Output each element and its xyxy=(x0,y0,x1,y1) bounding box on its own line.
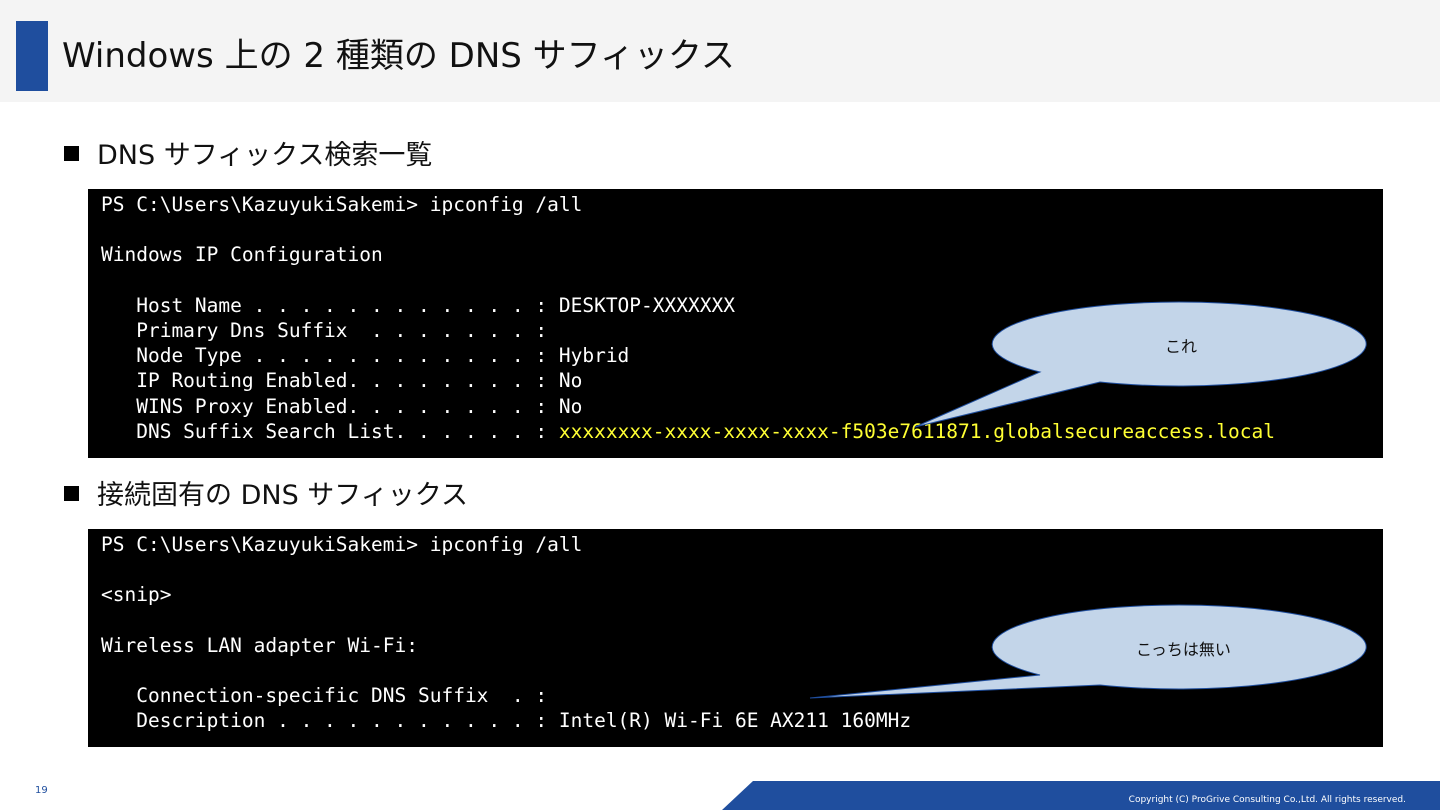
terminal-line: Windows IP Configuration xyxy=(101,243,383,267)
terminal-line: PS C:\Users\KazuyukiSakemi> ipconfig /al… xyxy=(101,193,583,216)
terminal-line-search-list: DNS Suffix Search List. . . . . . : xxxx… xyxy=(101,419,1383,444)
callout-label-kore: これ xyxy=(1165,337,1198,356)
copyright-text: Copyright (C) ProGrive Consulting Co.,Lt… xyxy=(1128,795,1406,805)
section-heading-text: DNS サフィックス検索一覧 xyxy=(97,140,433,171)
terminal-line: WINS Proxy Enabled. . . . . . . . : No xyxy=(101,394,583,418)
terminal-line: Description . . . . . . . . . . . : Inte… xyxy=(101,709,912,733)
section-heading-text: 接続固有の DNS サフィックス xyxy=(97,480,468,511)
page-number: 19 xyxy=(35,785,48,796)
terminal-ipconfig-search-list: PS C:\Users\KazuyukiSakemi> ipconfig /al… xyxy=(88,189,1383,458)
terminal-line: Connection-specific DNS Suffix . : xyxy=(101,684,548,708)
slide-title: Windows 上の 2 種類の DNS サフィックス xyxy=(62,36,735,76)
square-bullet-icon xyxy=(64,146,79,161)
square-bullet-icon xyxy=(64,486,79,501)
terminal-line: IP Routing Enabled. . . . . . . . : No xyxy=(101,369,583,393)
dns-suffix-highlight: xxxxxxxx-xxxx-xxxx-xxxx-f503e7611871.glo… xyxy=(558,419,1276,443)
callout-label-kocchi-wa-nai: こっちは無い xyxy=(1136,640,1231,659)
terminal-line: Host Name . . . . . . . . . . . . : DESK… xyxy=(101,293,735,317)
terminal-line-prefix: DNS Suffix Search List. . . . . . : xyxy=(101,419,559,443)
title-accent-bar xyxy=(16,21,48,91)
section-heading-connection-specific: 接続固有の DNS サフィックス xyxy=(64,478,468,514)
section-heading-search-list: DNS サフィックス検索一覧 xyxy=(64,138,432,174)
terminal-line: PS C:\Users\KazuyukiSakemi> ipconfig /al… xyxy=(101,533,583,556)
terminal-line: <snip> xyxy=(101,583,172,607)
